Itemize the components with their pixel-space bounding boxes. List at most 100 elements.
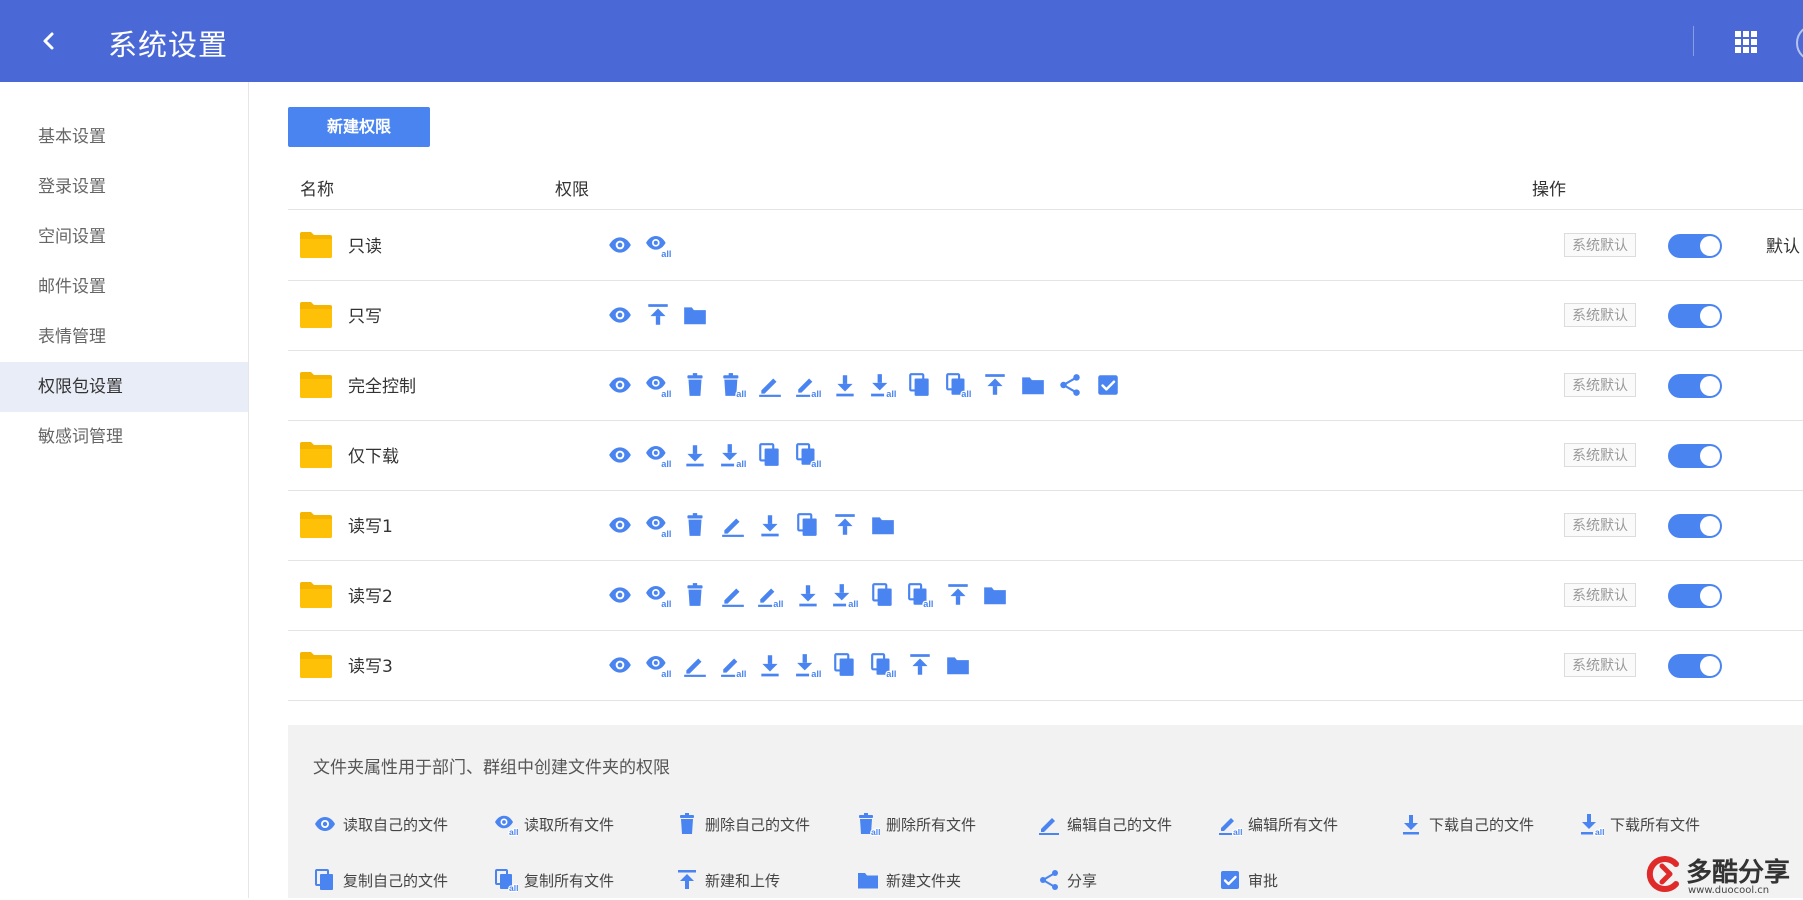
- table-row: 只读 all 系统默认 默认: [288, 210, 1803, 281]
- enable-toggle[interactable]: [1668, 654, 1722, 678]
- share-icon: [1057, 372, 1083, 398]
- share-icon: [1037, 870, 1061, 890]
- read-own-icon: [607, 512, 633, 538]
- svg-text:all: all: [661, 599, 671, 608]
- svg-text:all: all: [886, 389, 896, 398]
- svg-text:all: all: [661, 249, 671, 258]
- download-own-icon: [682, 442, 708, 468]
- edit-own-icon: [1037, 815, 1061, 835]
- legend-label: 下载所有文件: [1610, 815, 1701, 834]
- main-content: 新建权限 名称 权限 操作 只读 all 系统默认 默认 只写 系统默认 完全控制 all al…: [288, 82, 1803, 898]
- sidebar-item[interactable]: 登录设置: [0, 162, 248, 212]
- legend-item: 新建文件夹: [856, 868, 961, 894]
- download-own-icon: [1399, 815, 1423, 835]
- delete-own-icon: [682, 512, 708, 538]
- table-row: 读写3 all all all all 系统默认: [288, 630, 1803, 701]
- legend-item: 复制自己的文件: [313, 868, 448, 894]
- folder-icon: [300, 512, 332, 538]
- new-folder-icon: [870, 512, 896, 538]
- enable-toggle[interactable]: [1668, 584, 1722, 608]
- new-folder-icon: [856, 871, 880, 889]
- svg-text:all: all: [1233, 827, 1242, 836]
- delete-all-icon: all: [720, 372, 747, 400]
- legend-item: 审批: [1218, 868, 1278, 894]
- folder-icon: [300, 372, 332, 398]
- toggle-knob: [1700, 586, 1720, 606]
- folder-icon: [300, 302, 332, 328]
- sidebar-item[interactable]: 基本设置: [0, 112, 248, 162]
- sidebar-item[interactable]: 表情管理: [0, 312, 248, 362]
- svg-text:all: all: [811, 389, 821, 398]
- legend-label: 新建文件夹: [886, 871, 962, 890]
- enable-toggle[interactable]: [1668, 234, 1722, 258]
- legend-label: 编辑自己的文件: [1067, 815, 1173, 834]
- read-own-icon: [607, 652, 633, 678]
- legend-item: all 读取所有文件: [494, 812, 614, 838]
- sidebar-item[interactable]: 敏感词管理: [0, 412, 248, 462]
- delete-own-icon: [682, 582, 708, 608]
- new-permission-button[interactable]: 新建权限: [288, 107, 430, 147]
- table-row: 完全控制 all all all all all 系统默认: [288, 350, 1803, 421]
- legend-item: 删除自己的文件: [675, 812, 810, 838]
- download-own-icon: [795, 582, 821, 608]
- permission-icons: all all all all all: [607, 372, 1132, 400]
- approve-icon: [1095, 372, 1121, 398]
- table-header: 名称 权限 操作: [288, 165, 1803, 210]
- enable-toggle[interactable]: [1668, 444, 1722, 468]
- legend-item: 新建和上传: [675, 868, 780, 894]
- edit-own-icon: [682, 652, 708, 678]
- enable-toggle[interactable]: [1668, 374, 1722, 398]
- table-row: 读写2 all all all all 系统默认: [288, 560, 1803, 631]
- delete-own-icon: [675, 813, 699, 834]
- row-name: 读写1: [348, 517, 393, 537]
- sidebar-item[interactable]: 权限包设置: [0, 362, 248, 412]
- download-all-icon: all: [832, 582, 860, 610]
- svg-text:all: all: [773, 599, 783, 608]
- svg-text:all: all: [848, 599, 858, 608]
- default-label[interactable]: 默认: [1766, 232, 1800, 257]
- legend-item: 下载自己的文件: [1399, 812, 1534, 838]
- legend-item: all 下载所有文件: [1580, 812, 1700, 838]
- new-folder-icon: [982, 582, 1008, 608]
- top-bar: 系统设置: [0, 0, 1803, 82]
- grid-icon[interactable]: [1734, 30, 1758, 54]
- toggle-knob: [1700, 656, 1720, 676]
- table-row: 仅下载 all all all 系统默认: [288, 420, 1803, 491]
- svg-text:all: all: [736, 459, 746, 468]
- upload-icon: [982, 372, 1008, 398]
- toggle-knob: [1700, 446, 1720, 466]
- sidebar-item[interactable]: 空间设置: [0, 212, 248, 262]
- avatar[interactable]: [1796, 24, 1803, 62]
- read-all-icon: all: [645, 232, 672, 260]
- copy-own-icon: [313, 869, 337, 890]
- folder-icon: [300, 652, 332, 678]
- sidebar-item[interactable]: 邮件设置: [0, 262, 248, 312]
- svg-text:all: all: [509, 827, 518, 836]
- legend-label: 复制所有文件: [524, 871, 615, 890]
- chevron-left-icon[interactable]: [34, 24, 64, 58]
- legend-label: 读取所有文件: [524, 815, 615, 834]
- read-own-icon: [607, 232, 633, 258]
- table-row: 读写1 all 系统默认: [288, 490, 1803, 561]
- page-title: 系统设置: [108, 28, 229, 62]
- download-own-icon: [832, 372, 858, 398]
- copy-own-icon: [870, 582, 896, 608]
- permission-legend: 文件夹属性用于部门、群组中创建文件夹的权限 读取自己的文件 all 读取所有文件 删除…: [288, 725, 1803, 898]
- permission-icons: all: [607, 232, 682, 260]
- enable-toggle[interactable]: [1668, 304, 1722, 328]
- upload-icon: [832, 512, 858, 538]
- toggle-knob: [1700, 516, 1720, 536]
- svg-text:all: all: [811, 459, 821, 468]
- permission-icons: all all all all: [607, 582, 1020, 610]
- svg-text:all: all: [923, 599, 933, 608]
- read-all-icon: all: [645, 652, 672, 680]
- read-all-icon: all: [645, 442, 672, 470]
- column-header-name: 名称: [300, 180, 334, 200]
- row-name: 读写2: [348, 587, 393, 607]
- legend-label: 删除自己的文件: [705, 815, 811, 834]
- legend-item: all 复制所有文件: [494, 868, 614, 894]
- read-own-icon: [607, 582, 633, 608]
- enable-toggle[interactable]: [1668, 514, 1722, 538]
- svg-text:all: all: [886, 669, 896, 678]
- permission-icons: all all all all: [607, 652, 982, 680]
